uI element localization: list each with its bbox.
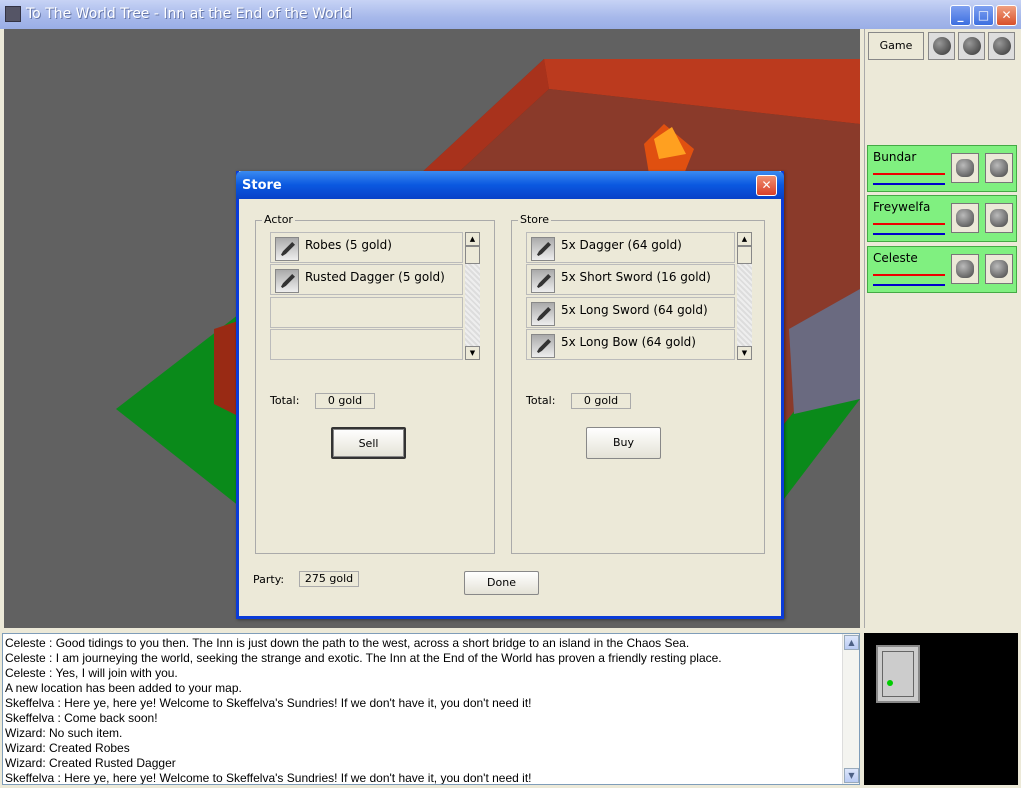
log-line: Wizard: Created Robes [5,741,130,755]
done-button[interactable]: Done [464,571,539,595]
store-item[interactable]: 5x Long Bow (64 gold) [526,329,735,360]
actor-group-label: Actor [262,213,295,226]
health-bar [873,223,945,225]
dagger-icon [275,269,299,293]
party-gold-label: Party: [253,573,285,586]
mana-bar [873,284,945,286]
portrait-icon[interactable] [951,254,979,284]
log-line: Skeffelva : Here ye, here ye! Welcome to… [5,696,532,710]
dialog-title: Store [236,171,784,199]
store-item[interactable]: 5x Short Sword (16 gold) [526,264,735,295]
message-log[interactable]: Celeste : Good tidings to you then. The … [2,633,860,785]
mana-bar [873,183,945,185]
scroll-down-icon[interactable]: ▼ [844,768,859,783]
party-member-name: Celeste [873,251,918,265]
log-line: Celeste : I am journeying the world, see… [5,651,722,665]
inventory-bag-icon[interactable] [985,153,1013,183]
actor-total-value: 0 gold [315,393,375,409]
party-card-celeste[interactable]: Celeste [867,246,1017,293]
store-group-label: Store [518,213,552,226]
log-line: Celeste : Yes, I will join with you. [5,666,178,680]
store-total-value: 0 gold [571,393,631,409]
mana-bar [873,233,945,235]
inventory-bag-icon[interactable] [985,254,1013,284]
minimap[interactable] [864,633,1018,785]
party-member-name: Bundar [873,150,917,164]
log-line: Skeffelva : Come back soon! [5,711,158,725]
scroll-up-icon[interactable]: ▲ [465,232,480,246]
party-member-name: Freywelfa [873,200,931,214]
log-line: Celeste : Good tidings to you then. The … [5,636,690,650]
store-item[interactable]: 5x Long Sword (64 gold) [526,297,735,328]
store-item-list[interactable]: 5x Dagger (64 gold) 5x Short Sword (16 g… [526,232,752,360]
store-list-scrollbar[interactable]: ▲ ▼ [737,232,752,360]
actor-item-empty[interactable] [270,297,463,328]
player-marker-icon [887,680,893,686]
scroll-down-icon[interactable]: ▼ [465,346,480,360]
store-dialog: Store ✕ Actor Robes (5 gold) Rusted Dagg… [236,171,784,619]
store-total-label: Total: [526,394,556,407]
scroll-thumb[interactable] [737,246,752,264]
health-bar [873,173,945,175]
log-scrollbar[interactable]: ▲ ▼ [842,634,859,784]
minimize-button[interactable]: _ [950,5,971,26]
party-card-freywelfa[interactable]: Freywelfa [867,195,1017,242]
undo-icon[interactable] [988,32,1015,60]
options-icon[interactable] [928,32,955,60]
party-gold-value: 275 gold [299,571,359,587]
side-panel: Game Bundar Freywelfa Celeste [864,29,1018,628]
portrait-icon[interactable] [951,153,979,183]
actor-item-empty[interactable] [270,329,463,360]
long-sword-icon [531,302,555,326]
log-line: Wizard: Created Rusted Dagger [5,756,176,770]
minimap-room [876,645,920,703]
actor-group: Actor Robes (5 gold) Rusted Dagger (5 go… [255,213,495,554]
window-title: To The World Tree - Inn at the End of th… [26,6,353,22]
maximize-button[interactable]: □ [973,5,994,26]
window-titlebar: To The World Tree - Inn at the End of th… [0,0,1021,29]
party-card-bundar[interactable]: Bundar [867,145,1017,192]
dagger-icon [531,237,555,261]
health-bar [873,274,945,276]
inventory-bag-icon[interactable] [985,203,1013,233]
actor-total-label: Total: [270,394,300,407]
actor-list-scrollbar[interactable]: ▲ ▼ [465,232,480,360]
store-item[interactable]: 5x Dagger (64 gold) [526,232,735,263]
long-bow-icon [531,334,555,358]
scroll-down-icon[interactable]: ▼ [737,346,752,360]
actor-item[interactable]: Robes (5 gold) [270,232,463,263]
portrait-icon[interactable] [951,203,979,233]
party-icon[interactable] [958,32,985,60]
log-line: Skeffelva : Here ye, here ye! Welcome to… [5,771,532,785]
scroll-up-icon[interactable]: ▲ [737,232,752,246]
scroll-up-icon[interactable]: ▲ [844,635,859,650]
log-line: A new location has been added to your ma… [5,681,242,695]
actor-item-list[interactable]: Robes (5 gold) Rusted Dagger (5 gold) ▲ … [270,232,480,360]
store-group: Store 5x Dagger (64 gold) 5x Short Sword… [511,213,765,554]
dialog-close-button[interactable]: ✕ [756,175,777,196]
buy-button[interactable]: Buy [586,427,661,459]
app-icon [5,6,21,22]
close-window-button[interactable]: ✕ [996,5,1017,26]
game-menu-button[interactable]: Game [868,32,924,60]
sell-button[interactable]: Sell [331,427,406,459]
short-sword-icon [531,269,555,293]
scroll-thumb[interactable] [465,246,480,264]
log-line: Wizard: No such item. [5,726,123,740]
actor-item[interactable]: Rusted Dagger (5 gold) [270,264,463,295]
robes-icon [275,237,299,261]
